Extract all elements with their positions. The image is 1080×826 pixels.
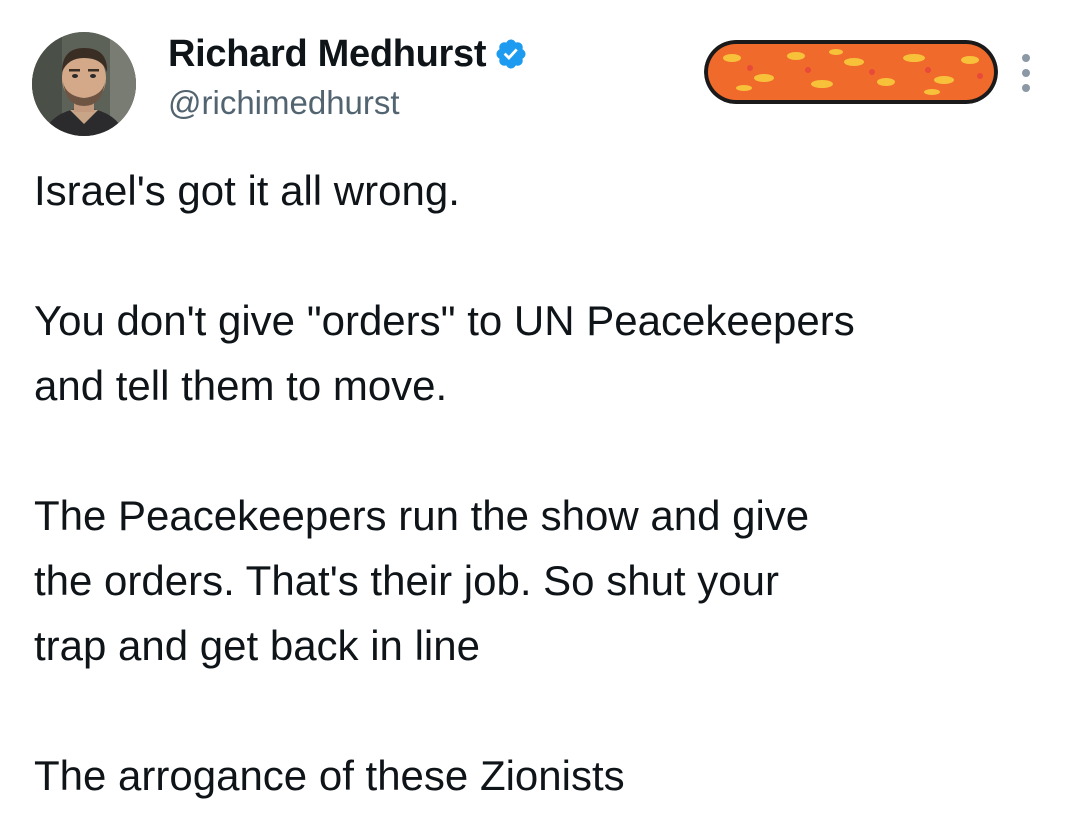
redaction-scribble-icon (704, 40, 998, 104)
author-avatar[interactable] (32, 32, 136, 136)
avatar-photo (32, 32, 136, 136)
tweet-card: Richard Medhurst @richimedhurst Israel's… (0, 0, 1080, 826)
author-display-name[interactable]: Richard Medhurst (168, 33, 487, 76)
redacted-follow-button[interactable] (704, 40, 998, 104)
tweet-paragraph: The arrogance of these Zionists (34, 752, 625, 799)
tweet-paragraph: You don't give "orders" to UN Peacekeepe… (34, 297, 855, 409)
author-handle[interactable]: @richimedhurst (168, 84, 400, 122)
author-name-row: Richard Medhurst (168, 30, 528, 78)
more-options-icon[interactable] (1012, 50, 1040, 96)
tweet-body: Israel's got it all wrong. You don't giv… (34, 158, 1054, 808)
tweet-paragraph: Israel's got it all wrong. (34, 167, 460, 214)
verified-badge-icon (496, 39, 526, 69)
tweet-paragraph: The Peacekeepers run the show and give t… (34, 492, 810, 669)
